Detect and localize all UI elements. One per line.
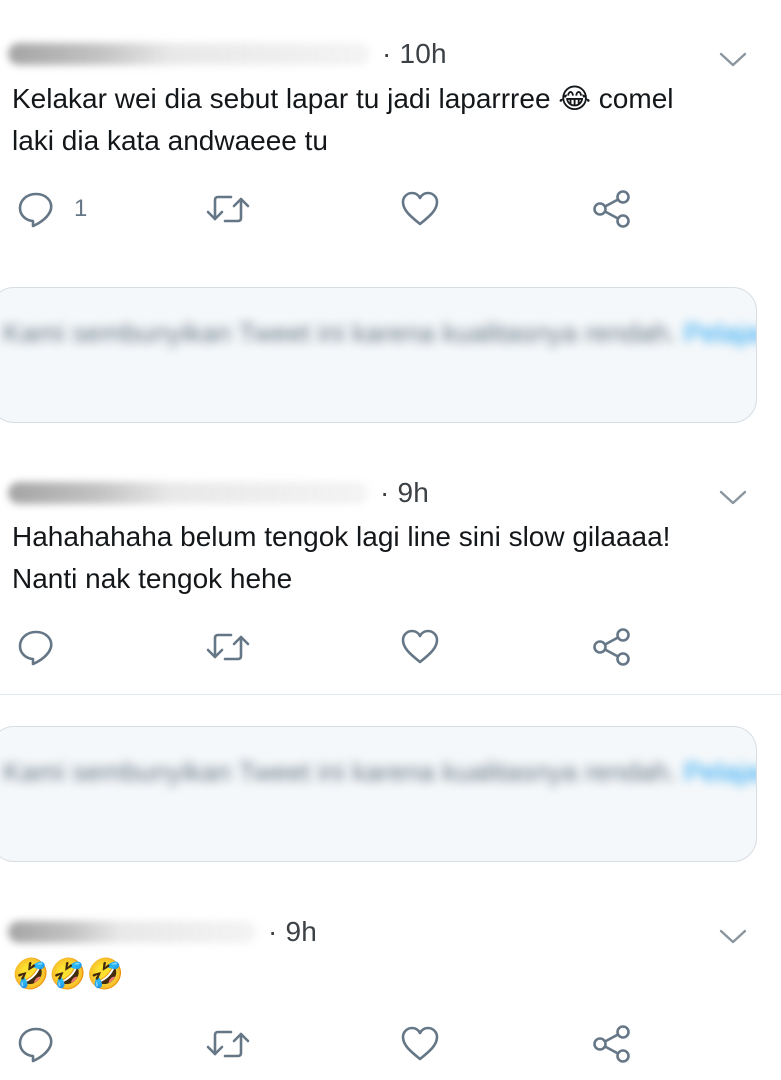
tweet-text: 🤣🤣🤣 [12, 958, 125, 991]
like-icon [401, 1026, 439, 1061]
tweet-divider [0, 694, 781, 695]
author-name-blurred[interactable] [8, 921, 256, 943]
reply-button[interactable] [16, 1022, 74, 1066]
like-icon [401, 191, 439, 226]
tweet-header: · 9h [8, 914, 317, 950]
reply-button[interactable] [16, 625, 74, 669]
tweet-timestamp[interactable]: · 9h [268, 916, 317, 948]
share-icon [593, 1025, 630, 1063]
share-button[interactable] [590, 625, 634, 669]
tweet-actions [0, 1022, 781, 1066]
like-button[interactable] [400, 625, 440, 669]
like-button[interactable] [400, 187, 440, 231]
author-name-blurred[interactable] [8, 43, 370, 65]
retweet-button[interactable] [205, 1022, 251, 1066]
tweet-timestamp[interactable]: · 10h [382, 38, 447, 70]
learn-more-link[interactable]: Pelajari [684, 318, 756, 348]
share-button[interactable] [590, 1022, 634, 1066]
like-icon [401, 629, 439, 664]
tweet-text: Hahahahaha belum tengok lagi line sini s… [12, 521, 671, 594]
reply-icon [18, 630, 53, 666]
share-icon [593, 628, 630, 666]
author-name-blurred[interactable] [8, 482, 368, 504]
reply-button[interactable]: 1 [16, 187, 87, 231]
retweet-button[interactable] [205, 187, 251, 231]
reply-icon [18, 192, 53, 228]
notice-text: Kami sembunyikan Tweet ini karena kualit… [3, 757, 677, 787]
retweet-icon [206, 1030, 250, 1058]
notice-text: Kami sembunyikan Tweet ini karena kualit… [3, 318, 677, 348]
tweet-timestamp[interactable]: · 9h [380, 477, 429, 509]
chevron-down-icon[interactable] [719, 52, 747, 68]
tweet-header: · 9h [8, 475, 429, 511]
tweet-actions: 1 [0, 187, 781, 231]
reply-thread: · 10h Kelakar wei dia sebut lapar tu jad… [0, 0, 781, 1080]
hidden-tweet-notice[interactable]: Kami sembunyikan Tweet ini karena kualit… [0, 287, 757, 423]
reply-icon [18, 1027, 53, 1063]
chevron-down-icon[interactable] [719, 929, 747, 945]
like-button[interactable] [400, 1022, 440, 1066]
tweet-text: Kelakar wei dia sebut lapar tu jadi lapa… [12, 83, 674, 156]
hidden-tweet-notice[interactable]: Kami sembunyikan Tweet ini karena kualit… [0, 726, 757, 862]
retweet-icon [206, 195, 250, 223]
share-icon [593, 190, 630, 228]
learn-more-link[interactable]: Pelajari [684, 757, 756, 787]
tweet-header: · 10h [8, 36, 447, 72]
reply-count: 1 [74, 195, 88, 222]
retweet-icon [206, 633, 250, 661]
retweet-button[interactable] [205, 625, 251, 669]
tweet-actions [0, 625, 781, 669]
chevron-down-icon[interactable] [719, 490, 747, 506]
share-button[interactable] [590, 187, 634, 231]
